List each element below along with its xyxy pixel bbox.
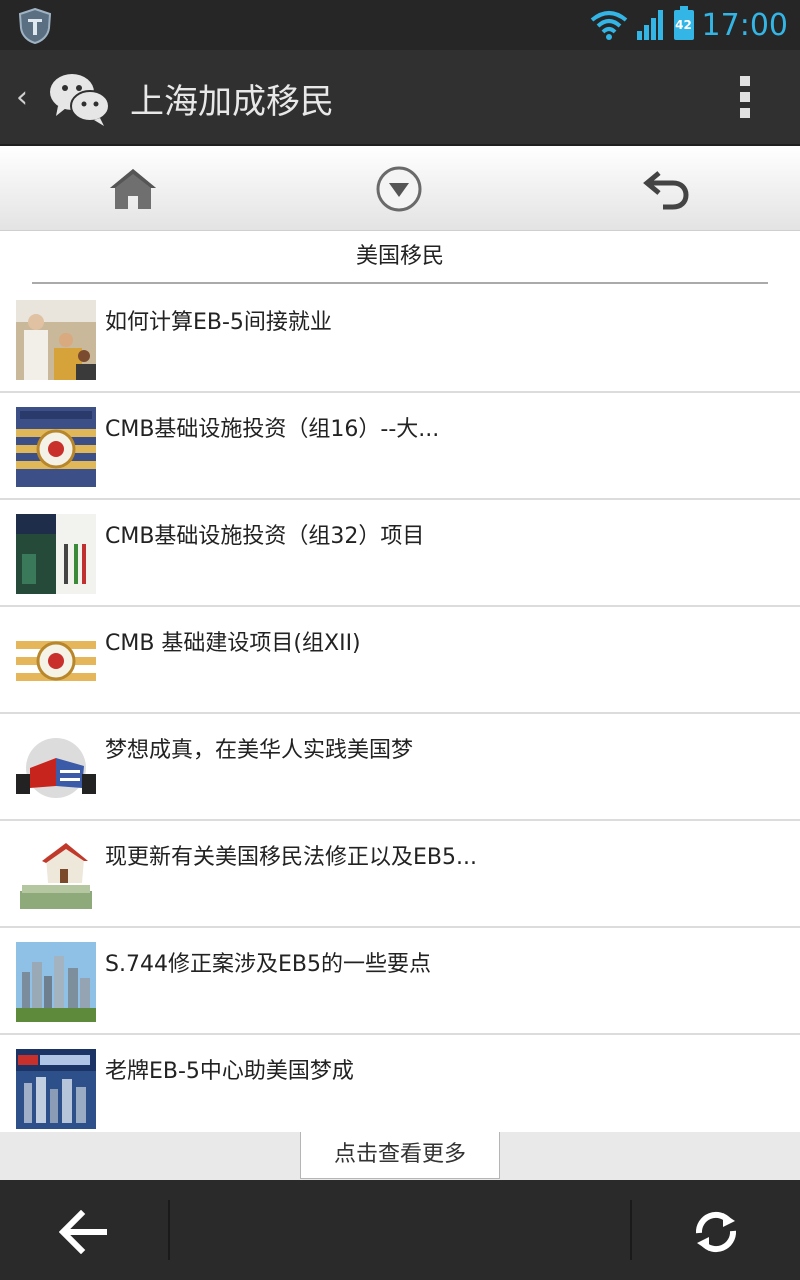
status-bar: 42 17:00 <box>0 0 800 50</box>
dropdown-circle-icon <box>376 166 422 212</box>
article-thumbnail <box>16 300 96 380</box>
article-thumbnail <box>16 1049 96 1129</box>
article-list: 如何计算EB-5间接就业 CMB基础设施投资（组16）--大... CMB基础设… <box>0 286 800 1142</box>
article-title: 如何计算EB-5间接就业 <box>105 310 332 335</box>
list-item[interactable]: 梦想成真，在美华人实践美国梦 <box>0 714 800 821</box>
article-thumbnail <box>16 835 96 915</box>
divider <box>168 1200 170 1260</box>
list-item[interactable]: 如何计算EB-5间接就业 <box>0 286 800 393</box>
wifi-icon <box>590 11 627 40</box>
battery-level: 42 <box>675 18 692 32</box>
action-bar: ‹ 上海加成移民 <box>0 50 800 146</box>
overflow-menu-icon[interactable] <box>740 76 752 120</box>
article-title: CMB基础设施投资（组16）--大... <box>105 417 440 442</box>
shield-icon <box>18 8 52 44</box>
list-item[interactable]: CMB基础设施投资（组32）项目 <box>0 500 800 607</box>
article-title: CMB基础设施投资（组32）项目 <box>105 524 425 549</box>
article-title: 现更新有关美国移民法修正以及EB5... <box>105 845 477 870</box>
article-thumbnail <box>16 514 96 594</box>
clock: 17:00 <box>701 7 788 43</box>
page-title: 上海加成移民 <box>130 82 334 122</box>
list-item[interactable]: CMB 基础建设项目(组XII) <box>0 607 800 714</box>
article-title: 梦想成真，在美华人实践美国梦 <box>105 738 414 763</box>
dropdown-button[interactable] <box>372 164 426 214</box>
status-icons: 42 17:00 <box>590 0 788 50</box>
article-thumbnail <box>16 942 96 1022</box>
home-icon <box>110 169 156 209</box>
article-thumbnail <box>16 728 96 808</box>
refresh-icon <box>695 1211 737 1253</box>
list-item[interactable]: 现更新有关美国移民法修正以及EB5... <box>0 821 800 928</box>
return-button[interactable] <box>640 164 694 214</box>
list-item[interactable]: S.744修正案涉及EB5的一些要点 <box>0 928 800 1035</box>
article-thumbnail <box>16 407 96 487</box>
list-item[interactable]: CMB基础设施投资（组16）--大... <box>0 393 800 500</box>
battery-icon: 42 <box>673 6 694 40</box>
bottom-bar <box>0 1180 800 1280</box>
article-title: S.744修正案涉及EB5的一些要点 <box>105 952 431 977</box>
arrow-left-icon <box>59 1210 107 1254</box>
signal-icon <box>636 10 663 40</box>
article-thumbnail <box>16 621 96 701</box>
back-button[interactable] <box>54 1202 114 1262</box>
chevron-left-icon[interactable]: ‹ <box>16 80 28 115</box>
section-title: 美国移民 <box>32 232 768 284</box>
article-title: 老牌EB-5中心助美国梦成 <box>105 1059 354 1084</box>
divider <box>630 1200 632 1260</box>
home-button[interactable] <box>106 164 160 214</box>
undo-arrow-icon <box>643 171 689 210</box>
nav-toolbar <box>0 146 800 231</box>
refresh-button[interactable] <box>686 1202 746 1262</box>
load-more-button[interactable]: 点击查看更多 <box>300 1132 500 1179</box>
load-more-bar: 点击查看更多 <box>0 1132 800 1180</box>
article-title: CMB 基础建设项目(组XII) <box>105 631 361 656</box>
list-item[interactable]: 老牌EB-5中心助美国梦成 <box>0 1035 800 1142</box>
wechat-logo-icon[interactable] <box>48 68 112 128</box>
